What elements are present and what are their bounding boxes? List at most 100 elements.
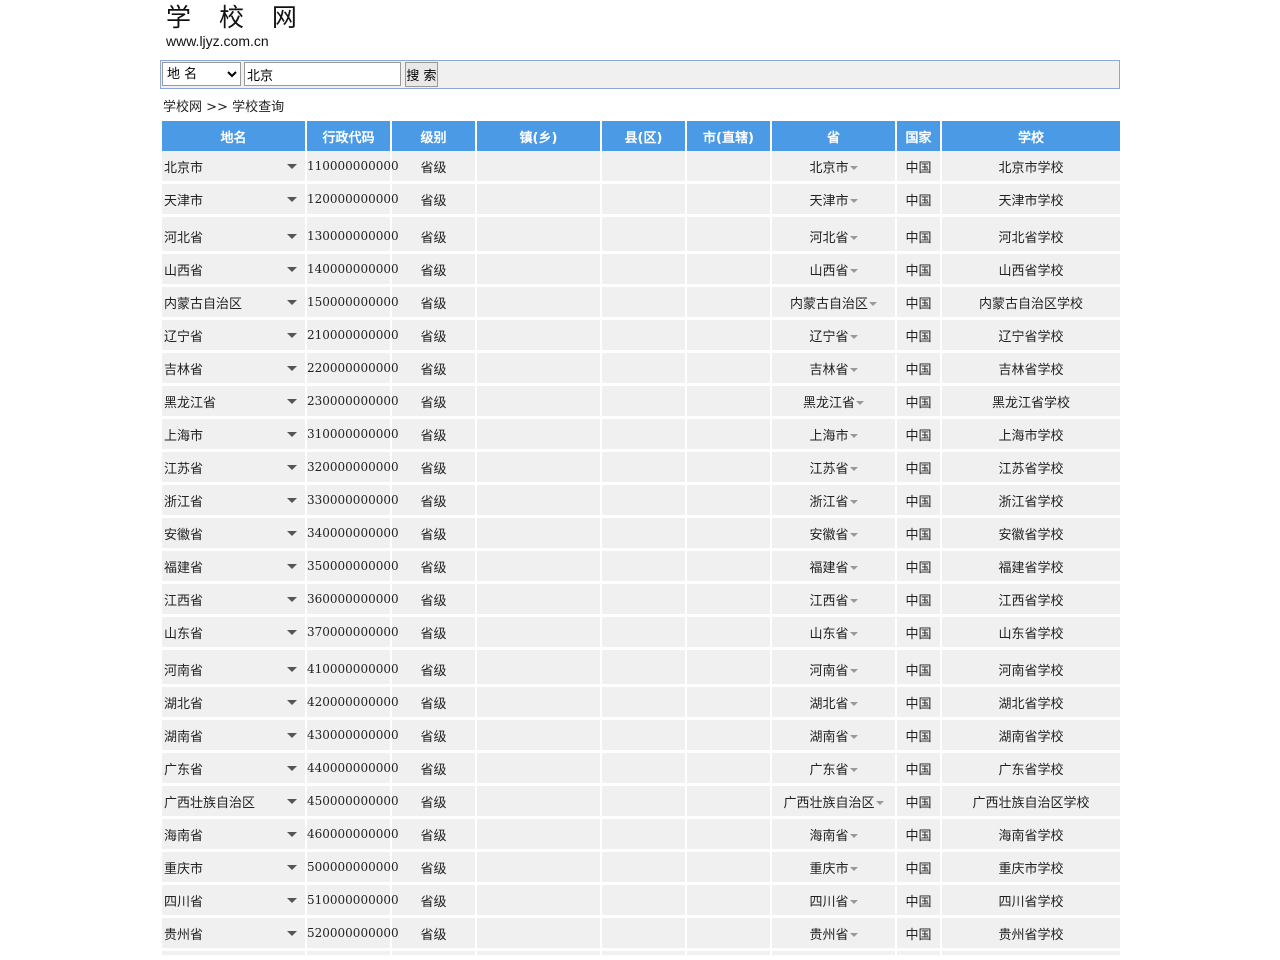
dropdown-arrow-icon[interactable] bbox=[287, 234, 297, 239]
province-dropdown-icon[interactable] bbox=[849, 434, 858, 438]
dropdown-arrow-icon[interactable] bbox=[287, 898, 297, 903]
place-name-cell[interactable]: 贵州省 bbox=[162, 918, 305, 951]
dropdown-arrow-icon[interactable] bbox=[287, 865, 297, 870]
place-name-cell[interactable]: 重庆市 bbox=[162, 852, 305, 885]
search-type-select[interactable]: 地 名 bbox=[162, 62, 241, 86]
province-dropdown-icon[interactable] bbox=[849, 500, 858, 504]
dropdown-arrow-icon[interactable] bbox=[287, 399, 297, 404]
province-dropdown-icon[interactable] bbox=[849, 199, 858, 203]
place-name-cell[interactable]: 湖南省 bbox=[162, 720, 305, 753]
province-cell[interactable]: 安徽省 bbox=[772, 518, 895, 551]
school-cell[interactable]: 天津市学校 bbox=[942, 184, 1120, 217]
school-link[interactable]: 北京市学校 bbox=[998, 161, 1063, 176]
dropdown-arrow-icon[interactable] bbox=[287, 267, 297, 272]
school-link[interactable]: 广东省学校 bbox=[998, 763, 1063, 778]
school-link[interactable]: 江苏省学校 bbox=[998, 462, 1063, 477]
dropdown-arrow-icon[interactable] bbox=[287, 799, 297, 804]
school-link[interactable]: 河南省学校 bbox=[998, 664, 1063, 679]
province-link[interactable]: 山西省 bbox=[809, 264, 848, 279]
dropdown-arrow-icon[interactable] bbox=[287, 733, 297, 738]
breadcrumb-home-link[interactable]: 学校网 bbox=[163, 100, 202, 115]
dropdown-arrow-icon[interactable] bbox=[287, 667, 297, 672]
province-link[interactable]: 江西省 bbox=[809, 594, 848, 609]
search-input[interactable] bbox=[244, 62, 401, 86]
province-cell[interactable]: 山西省 bbox=[772, 254, 895, 287]
dropdown-arrow-icon[interactable] bbox=[287, 700, 297, 705]
place-name-link[interactable]: 天津市 bbox=[164, 194, 203, 209]
province-cell[interactable]: 湖北省 bbox=[772, 687, 895, 720]
province-link[interactable]: 河北省 bbox=[809, 231, 848, 246]
school-cell[interactable]: 江苏省学校 bbox=[942, 452, 1120, 485]
province-dropdown-icon[interactable] bbox=[875, 801, 884, 805]
province-cell[interactable]: 吉林省 bbox=[772, 353, 895, 386]
place-name-link[interactable]: 重庆市 bbox=[164, 862, 203, 877]
province-dropdown-icon[interactable] bbox=[869, 302, 877, 306]
school-link[interactable]: 天津市学校 bbox=[998, 194, 1063, 209]
province-dropdown-icon[interactable] bbox=[849, 632, 858, 636]
school-cell[interactable]: 山东省学校 bbox=[942, 617, 1120, 650]
place-name-link[interactable]: 广东省 bbox=[164, 763, 203, 778]
place-name-link[interactable]: 山东省 bbox=[164, 627, 203, 642]
province-link[interactable]: 浙江省 bbox=[809, 495, 848, 510]
province-cell[interactable]: 黑龙江省 bbox=[772, 386, 895, 419]
school-cell[interactable]: 河北省学校 bbox=[942, 221, 1120, 254]
place-name-cell[interactable]: 上海市 bbox=[162, 419, 305, 452]
province-cell[interactable]: 湖南省 bbox=[772, 720, 895, 753]
school-cell[interactable]: 江西省学校 bbox=[942, 584, 1120, 617]
place-name-link[interactable]: 安徽省 bbox=[164, 528, 203, 543]
place-name-cell[interactable]: 江西省 bbox=[162, 584, 305, 617]
province-cell[interactable]: 山东省 bbox=[772, 617, 895, 650]
place-name-cell[interactable]: 河北省 bbox=[162, 221, 305, 254]
school-link[interactable]: 安徽省学校 bbox=[998, 528, 1063, 543]
dropdown-arrow-icon[interactable] bbox=[287, 766, 297, 771]
school-link[interactable]: 重庆市学校 bbox=[998, 862, 1063, 877]
place-name-link[interactable]: 四川省 bbox=[164, 895, 203, 910]
place-name-link[interactable]: 山西省 bbox=[164, 264, 203, 279]
province-cell[interactable]: 江苏省 bbox=[772, 452, 895, 485]
province-link[interactable]: 贵州省 bbox=[809, 928, 848, 943]
province-dropdown-icon[interactable] bbox=[849, 236, 858, 240]
school-link[interactable]: 海南省学校 bbox=[998, 829, 1063, 844]
province-cell[interactable]: 内蒙古自治区 bbox=[772, 287, 895, 320]
school-link[interactable]: 辽宁省学校 bbox=[998, 330, 1063, 345]
province-dropdown-icon[interactable] bbox=[849, 467, 858, 471]
school-cell[interactable]: 贵州省学校 bbox=[942, 918, 1120, 951]
place-name-link[interactable]: 湖北省 bbox=[164, 697, 203, 712]
province-link[interactable]: 河南省 bbox=[809, 664, 848, 679]
place-name-link[interactable]: 北京市 bbox=[164, 161, 203, 176]
dropdown-arrow-icon[interactable] bbox=[287, 366, 297, 371]
school-cell[interactable]: 广东省学校 bbox=[942, 753, 1120, 786]
school-link[interactable]: 江西省学校 bbox=[998, 594, 1063, 609]
province-link[interactable]: 湖南省 bbox=[809, 730, 848, 745]
dropdown-arrow-icon[interactable] bbox=[287, 432, 297, 437]
school-cell[interactable]: 内蒙古自治区学校 bbox=[942, 287, 1120, 320]
site-logo[interactable]: 学 校 网 www.ljyz.com.cn bbox=[166, 4, 307, 50]
dropdown-arrow-icon[interactable] bbox=[287, 630, 297, 635]
breadcrumb-current[interactable]: 学校查询 bbox=[232, 100, 284, 115]
province-dropdown-icon[interactable] bbox=[849, 166, 858, 170]
province-link[interactable]: 广东省 bbox=[809, 763, 848, 778]
place-name-link[interactable]: 辽宁省 bbox=[164, 330, 203, 345]
school-cell[interactable]: 四川省学校 bbox=[942, 885, 1120, 918]
school-cell[interactable]: 重庆市学校 bbox=[942, 852, 1120, 885]
province-dropdown-icon[interactable] bbox=[849, 933, 858, 937]
place-name-cell[interactable]: 海南省 bbox=[162, 819, 305, 852]
place-name-cell[interactable]: 吉林省 bbox=[162, 353, 305, 386]
school-link[interactable]: 广西壮族自治区学校 bbox=[972, 796, 1089, 811]
place-name-cell[interactable]: 北京市 bbox=[162, 151, 305, 184]
school-link[interactable]: 吉林省学校 bbox=[998, 363, 1063, 378]
dropdown-arrow-icon[interactable] bbox=[287, 931, 297, 936]
province-link[interactable]: 湖北省 bbox=[809, 697, 848, 712]
province-link[interactable]: 重庆市 bbox=[809, 862, 848, 877]
province-link[interactable]: 江苏省 bbox=[809, 462, 848, 477]
province-dropdown-icon[interactable] bbox=[849, 735, 858, 739]
school-link[interactable]: 浙江省学校 bbox=[998, 495, 1063, 510]
province-cell[interactable]: 广东省 bbox=[772, 753, 895, 786]
province-cell[interactable]: 重庆市 bbox=[772, 852, 895, 885]
dropdown-arrow-icon[interactable] bbox=[287, 564, 297, 569]
province-dropdown-icon[interactable] bbox=[849, 768, 858, 772]
dropdown-arrow-icon[interactable] bbox=[287, 300, 297, 305]
dropdown-arrow-icon[interactable] bbox=[287, 531, 297, 536]
dropdown-arrow-icon[interactable] bbox=[287, 197, 297, 202]
province-link[interactable]: 上海市 bbox=[809, 429, 848, 444]
